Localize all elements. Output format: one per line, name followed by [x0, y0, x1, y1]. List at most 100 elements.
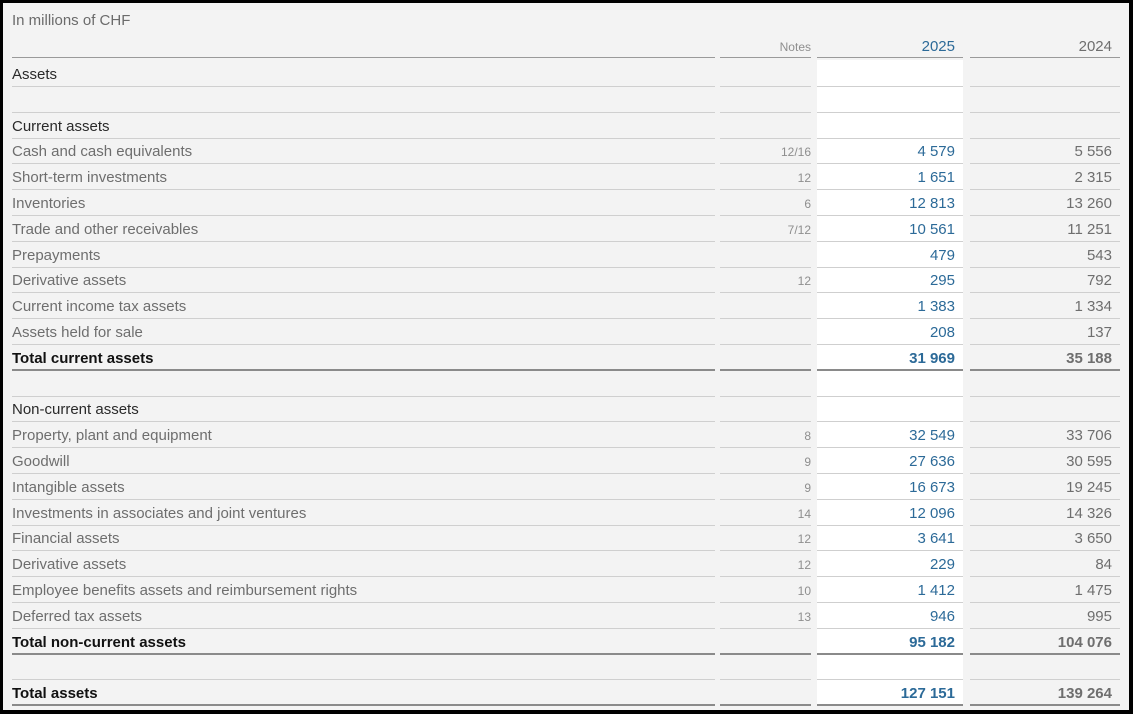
row-notes: 9: [720, 448, 811, 474]
table-row: Employee benefits assets and reimburseme…: [3, 577, 1129, 603]
row-value-2024: 11 251: [970, 216, 1120, 242]
row-notes: [720, 629, 811, 655]
header-year-2025: 2025: [817, 33, 963, 58]
table-row: Trade and other receivables 7/12 10 561 11 …: [3, 216, 1129, 242]
row-value-2025: 1 651: [817, 164, 963, 191]
row-value-2025: [817, 113, 963, 139]
row-value-2025: [817, 371, 963, 397]
row-label: Cash and cash equivalents: [12, 138, 715, 165]
row-label: Deferred tax assets: [12, 603, 715, 629]
row-notes: [720, 654, 811, 681]
row-value-2024: 1 475: [970, 577, 1120, 603]
row-notes: 7/12: [720, 216, 811, 242]
row-value-2025: 229: [817, 551, 963, 578]
row-label: Assets: [12, 61, 715, 87]
table-header: Notes 2025 2024: [3, 33, 1129, 59]
row-value-2024: [970, 654, 1120, 681]
table-spacer-row: [3, 87, 1129, 113]
row-value-2025: 12 813: [817, 190, 963, 216]
row-notes: [720, 61, 811, 87]
row-label: Total current assets: [12, 345, 715, 371]
table-row: Derivative assets 12 229 84: [3, 551, 1129, 578]
table-row: Property, plant and equipment 8 32 549 33 7…: [3, 422, 1129, 449]
row-value-2024: 104 076: [970, 629, 1120, 655]
table-total-row: Total non-current assets 95 182 104 076: [3, 629, 1129, 655]
row-value-2025: 95 182: [817, 629, 963, 655]
row-notes: [720, 680, 811, 707]
row-value-2025: 1 383: [817, 293, 963, 320]
row-value-2025: 4 579: [817, 138, 963, 165]
row-label: Assets held for sale: [12, 319, 715, 345]
row-notes: 9: [720, 474, 811, 500]
table-row: Cash and cash equivalents 12/16 4 579 5 556: [3, 138, 1129, 165]
header-year-2024: 2024: [970, 33, 1120, 58]
row-value-2025: 479: [817, 242, 963, 268]
row-label: Short-term investments: [12, 164, 715, 191]
table-row: Financial assets 12 3 641 3 650: [3, 525, 1129, 552]
row-label: Derivative assets: [12, 551, 715, 578]
table-section-row: Non-current assets: [3, 396, 1129, 423]
row-value-2025: 31 969: [817, 345, 963, 371]
table-row: Inventories 6 12 813 13 260: [3, 190, 1129, 216]
row-value-2024: 33 706: [970, 422, 1120, 449]
row-value-2025: 16 673: [817, 474, 963, 500]
row-notes: [720, 345, 811, 371]
row-value-2025: [817, 61, 963, 87]
row-value-2024: [970, 113, 1120, 139]
table-section-row: Current assets: [3, 113, 1129, 139]
row-value-2025: 946: [817, 603, 963, 629]
row-notes: 6: [720, 190, 811, 216]
row-label: Property, plant and equipment: [12, 422, 715, 449]
row-value-2024: 137: [970, 319, 1120, 345]
row-value-2024: [970, 61, 1120, 87]
row-value-2025: 32 549: [817, 422, 963, 449]
row-value-2025: 12 096: [817, 500, 963, 526]
row-value-2024: 5 556: [970, 138, 1120, 165]
table-spacer-row: [3, 654, 1129, 681]
row-notes: 14: [720, 500, 811, 526]
row-notes: 12: [720, 551, 811, 578]
row-value-2024: [970, 371, 1120, 397]
header-label-cell: [12, 33, 715, 58]
row-value-2024: 84: [970, 551, 1120, 578]
row-notes: 13: [720, 603, 811, 629]
row-label: Goodwill: [12, 448, 715, 474]
row-label: Total non-current assets: [12, 629, 715, 655]
row-value-2024: 13 260: [970, 190, 1120, 216]
row-notes: 8: [720, 422, 811, 449]
row-label: [12, 371, 715, 397]
row-value-2024: 543: [970, 242, 1120, 268]
row-value-2024: 139 264: [970, 680, 1120, 707]
header-notes: Notes: [720, 33, 811, 58]
row-value-2024: 19 245: [970, 474, 1120, 500]
row-notes: 12/16: [720, 138, 811, 165]
table-total-row: Total current assets 31 969 35 188: [3, 345, 1129, 371]
row-value-2025: [817, 654, 963, 681]
row-label: Employee benefits assets and reimburseme…: [12, 577, 715, 603]
row-value-2024: 995: [970, 603, 1120, 629]
row-value-2024: [970, 87, 1120, 113]
row-value-2025: [817, 396, 963, 423]
row-value-2024: 792: [970, 267, 1120, 294]
table-row: Investments in associates and joint vent…: [3, 500, 1129, 526]
table-total-row: Total assets 127 151 139 264: [3, 680, 1129, 707]
row-label: Current income tax assets: [12, 293, 715, 320]
row-value-2025: [817, 87, 963, 113]
row-value-2024: 3 650: [970, 525, 1120, 552]
row-label: Non-current assets: [12, 396, 715, 423]
row-value-2024: 2 315: [970, 164, 1120, 191]
row-label: [12, 654, 715, 681]
row-notes: [720, 319, 811, 345]
table-row: Short-term investments 12 1 651 2 315: [3, 164, 1129, 191]
table-row: Assets held for sale 208 137: [3, 319, 1129, 345]
row-value-2025: 208: [817, 319, 963, 345]
table-spacer-row: [3, 371, 1129, 397]
row-value-2024: 14 326: [970, 500, 1120, 526]
row-value-2025: 1 412: [817, 577, 963, 603]
row-notes: [720, 113, 811, 139]
row-value-2024: 1 334: [970, 293, 1120, 320]
row-value-2025: 127 151: [817, 680, 963, 707]
row-value-2025: 3 641: [817, 525, 963, 552]
row-value-2024: [970, 396, 1120, 423]
row-notes: 12: [720, 525, 811, 552]
